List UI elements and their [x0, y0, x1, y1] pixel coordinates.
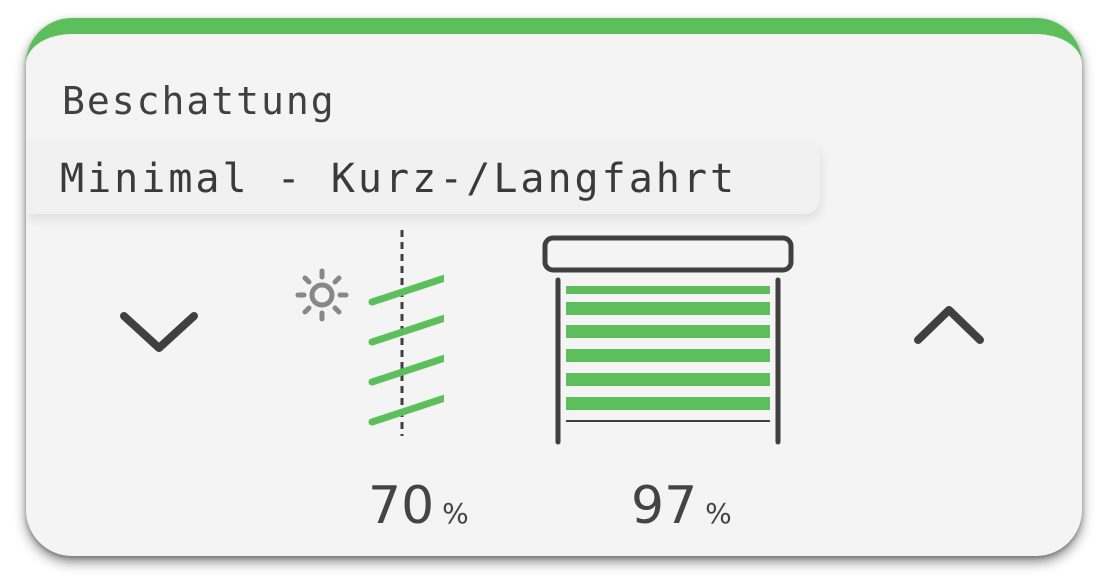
- tilt-number: 70: [368, 476, 435, 536]
- tilt-value: 70%: [368, 480, 469, 532]
- mode-label: Minimal - Kurz-/Langfahrt: [60, 156, 738, 202]
- position-value: 97%: [631, 480, 732, 532]
- blind-slats: [566, 286, 770, 410]
- blind-position-icon: [538, 234, 798, 450]
- mode-pill[interactable]: Minimal - Kurz-/Langfahrt: [26, 140, 820, 214]
- position-number: 97: [631, 476, 698, 536]
- position-unit: %: [705, 497, 732, 530]
- move-down-button[interactable]: [116, 296, 202, 366]
- tilt-unit: %: [442, 497, 469, 530]
- move-up-button[interactable]: [906, 296, 992, 366]
- card-title: Beschattung: [62, 79, 336, 123]
- sun-icon: [295, 268, 349, 322]
- chevron-up-icon: [914, 306, 984, 344]
- slat-angle-icon: [284, 228, 461, 440]
- chevron-down-icon: [120, 312, 198, 352]
- slats: [368, 270, 461, 426]
- shading-card: Beschattung Minimal - Kurz-/Langfahrt 70…: [26, 18, 1082, 556]
